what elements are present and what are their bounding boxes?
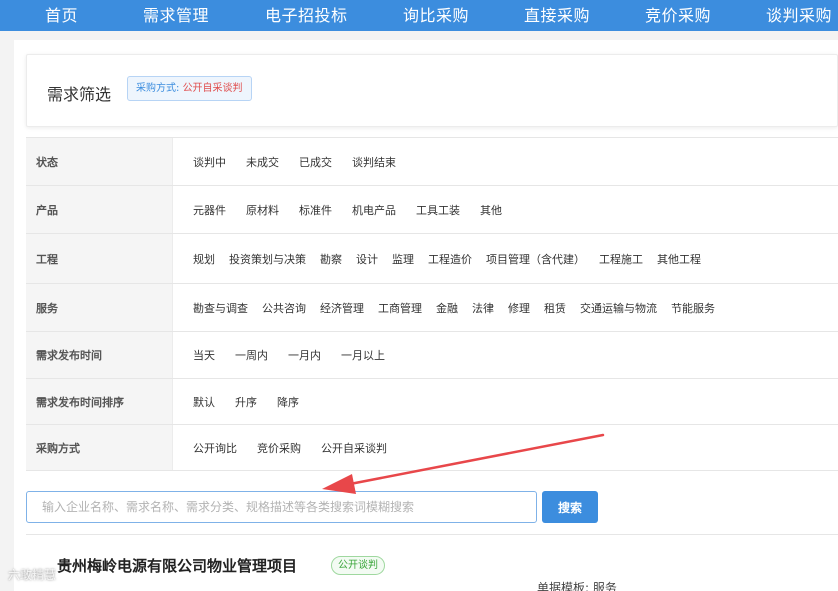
filter-title: 需求筛选 [47, 85, 112, 104]
filter-row-status: 状态 谈判中 未成交 已成交 谈判结束 [26, 138, 838, 186]
filter-row-label: 工程 [26, 234, 173, 283]
filter-option[interactable]: 法律 [472, 300, 494, 316]
filter-option[interactable]: 勘查与调查 [193, 300, 248, 316]
filter-option[interactable]: 项目管理（含代建） [486, 251, 585, 267]
filter-row-engineering: 工程 规划 投资策划与决策 勘察 设计 监理 工程造价 项目管理（含代建） 工程… [26, 234, 838, 284]
filter-option[interactable]: 经济管理 [320, 300, 364, 316]
selected-filter-tag[interactable]: 采购方式: 公开自采谈判 [127, 76, 252, 101]
filter-options: 规划 投资策划与决策 勘察 设计 监理 工程造价 项目管理（含代建） 工程施工 … [173, 234, 838, 283]
filter-row-publish-time: 需求发布时间 当天 一周内 一月内 一月以上 [26, 332, 838, 379]
filter-row-service: 服务 勘查与调查 公共咨询 经济管理 工商管理 金融 法律 修理 租赁 交通运输… [26, 284, 838, 332]
tag-value: 公开自采谈判 [182, 83, 243, 94]
filter-options: 默认 升序 降序 [173, 379, 838, 424]
filter-option[interactable]: 竞价采购 [257, 440, 301, 456]
filter-header: 需求筛选 采购方式: 公开自采谈判 [26, 54, 838, 127]
filter-option[interactable]: 其他工程 [657, 251, 701, 267]
nav-e-bidding[interactable]: 电子招投标 [265, 2, 348, 26]
filter-option[interactable]: 公开询比 [193, 440, 237, 456]
search-input[interactable] [26, 491, 537, 523]
filter-option[interactable]: 元器件 [193, 202, 226, 218]
filter-option[interactable]: 已成交 [299, 154, 332, 170]
nav-inquiry-procurement[interactable]: 询比采购 [403, 2, 469, 26]
result-template-meta: 单据模板: 服务 [537, 581, 617, 591]
filter-row-label: 状态 [26, 138, 173, 185]
filter-option[interactable]: 一月内 [288, 347, 321, 363]
filter-option[interactable]: 一周内 [235, 347, 268, 363]
nav-bidding-procurement[interactable]: 竞价采购 [645, 2, 711, 26]
nav-home[interactable]: 首页 [45, 2, 78, 26]
filter-option[interactable]: 投资策划与决策 [229, 251, 306, 267]
filter-option[interactable]: 其他 [480, 202, 502, 218]
filter-option[interactable]: 一月以上 [341, 347, 385, 363]
filter-option[interactable]: 原材料 [246, 202, 279, 218]
filter-option[interactable]: 监理 [392, 251, 414, 267]
filter-option[interactable]: 默认 [193, 394, 215, 410]
filter-table: 状态 谈判中 未成交 已成交 谈判结束 产品 元器件 原材料 标准件 机电产品 … [26, 137, 838, 471]
filter-option[interactable]: 租赁 [544, 300, 566, 316]
filter-option[interactable]: 节能服务 [671, 300, 715, 316]
nav-negotiation-procurement[interactable]: 谈判采购 [766, 2, 832, 26]
filter-option[interactable]: 谈判结束 [352, 154, 396, 170]
filter-option[interactable]: 工程施工 [599, 251, 643, 267]
filter-row-label: 产品 [26, 186, 173, 233]
filter-option[interactable]: 工程造价 [428, 251, 472, 267]
filter-options: 当天 一周内 一月内 一月以上 [173, 332, 838, 378]
filter-option[interactable]: 设计 [356, 251, 378, 267]
filter-options: 谈判中 未成交 已成交 谈判结束 [173, 138, 838, 185]
filter-row-label: 需求发布时间排序 [26, 379, 173, 424]
search-button[interactable]: 搜索 [542, 491, 598, 523]
filter-options: 元器件 原材料 标准件 机电产品 工具工装 其他 [173, 186, 838, 233]
watermark: 六敢精慧 [8, 568, 57, 582]
filter-option[interactable]: 未成交 [246, 154, 279, 170]
result-title[interactable]: 贵州梅岭电源有限公司物业管理项目 [57, 555, 297, 576]
filter-option[interactable]: 工商管理 [378, 300, 422, 316]
filter-option[interactable]: 标准件 [299, 202, 332, 218]
filter-option[interactable]: 当天 [193, 347, 215, 363]
results-divider [26, 534, 838, 535]
filter-option[interactable]: 谈判中 [193, 154, 226, 170]
filter-row-label: 采购方式 [26, 425, 173, 470]
filter-option[interactable]: 工具工装 [416, 202, 460, 218]
nav-direct-procurement[interactable]: 直接采购 [524, 2, 590, 26]
filter-options: 公开询比 竞价采购 公开自采谈判 [173, 425, 838, 470]
filter-row-procurement-method: 采购方式 公开询比 竞价采购 公开自采谈判 [26, 425, 838, 471]
filter-option[interactable]: 修理 [508, 300, 530, 316]
nav-demand-management[interactable]: 需求管理 [143, 2, 209, 26]
filter-option[interactable]: 交通运输与物流 [580, 300, 657, 316]
top-navigation: 首页 需求管理 电子招投标 询比采购 直接采购 竞价采购 谈判采购 [0, 0, 838, 31]
filter-option[interactable]: 降序 [277, 394, 299, 410]
filter-row-label: 服务 [26, 284, 173, 331]
filter-row-label: 需求发布时间 [26, 332, 173, 378]
filter-option[interactable]: 金融 [436, 300, 458, 316]
filter-option[interactable]: 勘察 [320, 251, 342, 267]
result-status-badge: 公开谈判 [331, 556, 385, 575]
filter-options: 勘查与调查 公共咨询 经济管理 工商管理 金融 法律 修理 租赁 交通运输与物流… [173, 284, 838, 331]
filter-row-product: 产品 元器件 原材料 标准件 机电产品 工具工装 其他 [26, 186, 838, 234]
tag-label: 采购方式: [136, 83, 183, 94]
filter-row-publish-sort: 需求发布时间排序 默认 升序 降序 [26, 379, 838, 425]
filter-option[interactable]: 规划 [193, 251, 215, 267]
filter-option[interactable]: 升序 [235, 394, 257, 410]
filter-option[interactable]: 公开自采谈判 [321, 440, 387, 456]
filter-option[interactable]: 公共咨询 [262, 300, 306, 316]
filter-option[interactable]: 机电产品 [352, 202, 396, 218]
